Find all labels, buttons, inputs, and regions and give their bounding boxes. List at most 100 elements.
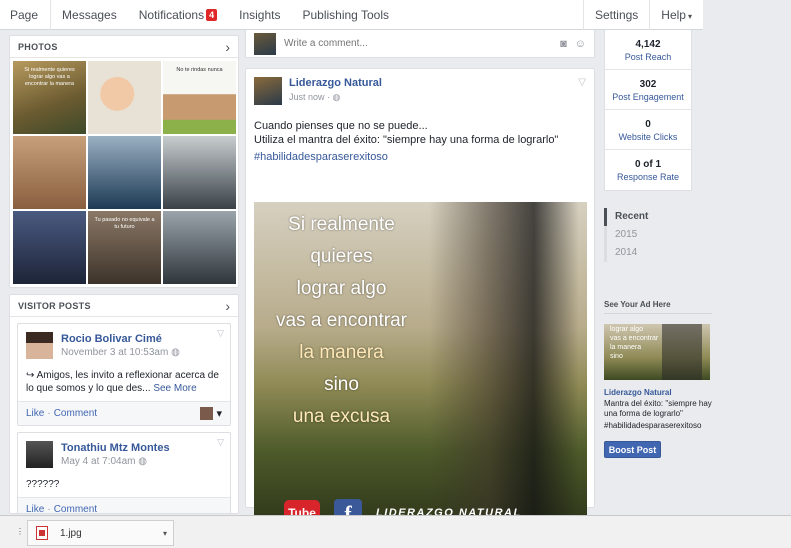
download-bar: ⋮ 1.jpg ▾ <box>0 515 791 548</box>
emoji-icon[interactable]: ☺ <box>575 38 586 50</box>
nav-help-label: Help <box>661 7 686 22</box>
visitor-posts-header[interactable]: VISITOR POSTS › <box>10 295 238 317</box>
divider <box>604 313 712 314</box>
photos-panel-title: PHOTOS <box>18 41 58 52</box>
visitor-post-author[interactable]: Tonathiu Mtz Montes <box>61 442 170 454</box>
photo-grid: Si realmente quieres lograr algo vas a e… <box>10 58 238 287</box>
visitor-post-time[interactable]: November 3 at 10:53am ◍ <box>61 347 180 358</box>
avatar[interactable] <box>26 332 53 359</box>
post-time-text: Just now <box>289 92 325 102</box>
nav-publishing-tools-tab[interactable]: Publishing Tools <box>291 0 400 30</box>
ad-preview: See Your Ad Here lograr algo vas a encon… <box>604 300 712 458</box>
stat-value: 0 of 1 <box>634 159 662 170</box>
timeline-item-2014[interactable]: 2014 <box>604 244 664 262</box>
globe-icon: ◍ <box>138 456 147 467</box>
avatar[interactable] <box>26 441 53 468</box>
post-options-caret-icon[interactable]: ▽ <box>578 77 586 88</box>
photos-panel-header[interactable]: PHOTOS › <box>10 36 238 58</box>
comment-link[interactable]: Comment <box>54 408 97 419</box>
nav-messages-tab[interactable]: Messages <box>51 0 128 30</box>
visitor-posts-title: VISITOR POSTS <box>18 300 91 311</box>
runner-figure <box>662 324 702 380</box>
nav-notifications-tab[interactable]: Notifications 4 <box>128 0 228 30</box>
nav-page-tab[interactable]: Page <box>0 0 52 30</box>
visitor-post-author[interactable]: Rocio Bolivar Cimé <box>61 333 180 345</box>
photo-thumbnail[interactable] <box>163 211 236 284</box>
ad-preview-image[interactable]: lograr algo vas a encontrar la manera si… <box>604 324 710 380</box>
download-file-name: 1.jpg <box>60 527 82 539</box>
stat-post-engagement[interactable]: 302 Post Engagement <box>605 70 691 110</box>
timeline-column: ◙ ☺ ▽ Liderazgo Natural Just now · ◍ Cua… <box>245 30 595 548</box>
photo-thumbnail[interactable]: Tu pasado no equivale a tu futuro <box>88 211 161 284</box>
avatar <box>200 407 214 421</box>
photo-thumbnail[interactable]: No te rindas nunca <box>163 61 236 134</box>
visitor-post-body: ?????? <box>26 479 60 490</box>
chevron-right-icon[interactable]: › <box>225 299 230 313</box>
nav-insights-tab[interactable]: Insights <box>228 0 291 30</box>
photo-thumbnail-caption: Si realmente quieres lograr algo vas a e… <box>24 67 75 87</box>
download-item[interactable]: 1.jpg ▾ <box>27 520 174 546</box>
timeline-item-recent[interactable]: Recent <box>604 208 664 226</box>
caret-down-icon[interactable]: ▾ <box>163 529 167 538</box>
globe-icon: ◍ <box>171 347 180 358</box>
left-column: PHOTOS › Si realmente quieres lograr alg… <box>9 35 239 514</box>
stat-response-rate[interactable]: 0 of 1 Response Rate <box>605 150 691 190</box>
post-text-line: Cuando pienses que no se puede... <box>254 120 428 132</box>
photo-thumbnail-caption: No te rindas nunca <box>176 67 223 73</box>
post-options-caret-icon[interactable]: ▽ <box>217 328 224 339</box>
download-bar-handle[interactable]: ⋮ <box>13 522 27 542</box>
timeline-year-nav: Recent 2015 2014 <box>604 208 664 262</box>
image-text-line: la manera <box>299 342 384 363</box>
image-text-line: quieres <box>310 246 373 267</box>
post-text-line: Utiliza el mantra del éxito: "siempre ha… <box>254 134 559 146</box>
like-link[interactable]: Like <box>26 504 44 513</box>
notifications-count-badge: 4 <box>206 8 218 21</box>
visitor-post-time-text: November 3 at 10:53am <box>61 347 169 358</box>
image-text-line: una excusa <box>292 406 391 427</box>
post-options-caret-icon[interactable]: ▽ <box>217 437 224 448</box>
visitor-post-actions: Like · Comment <box>18 497 230 514</box>
act-as-selector[interactable]: ▾ <box>200 407 222 421</box>
post-stats-panel: 4,142 Post Reach 302 Post Engagement 0 W… <box>604 30 692 191</box>
nav-help-menu[interactable]: Help ▾ <box>650 0 703 30</box>
like-link[interactable]: Like <box>26 408 44 419</box>
stat-label: Website Clicks <box>618 132 678 142</box>
photo-thumbnail[interactable] <box>13 136 86 209</box>
photo-thumbnail[interactable] <box>88 61 161 134</box>
boost-post-button[interactable]: Boost Post <box>604 441 661 458</box>
stat-website-clicks[interactable]: 0 Website Clicks <box>605 110 691 150</box>
avatar <box>254 32 276 55</box>
nav-settings-tab[interactable]: Settings <box>584 0 649 30</box>
post-author[interactable]: Liderazgo Natural <box>289 77 382 89</box>
stat-post-reach[interactable]: 4,142 Post Reach <box>605 30 691 70</box>
image-file-icon <box>36 526 48 540</box>
visitor-post-text: ↪ Amigos, les invito a reflexionar acerc… <box>26 369 222 395</box>
camera-icon[interactable]: ◙ <box>560 38 567 50</box>
photo-thumbnail[interactable] <box>163 136 236 209</box>
separator-dot: · <box>47 504 51 514</box>
visitor-posts-panel: VISITOR POSTS › ▽ Rocio Bolivar Cimé Nov… <box>9 294 239 514</box>
post-hashtag-link[interactable]: #habilidadesparaserexitoso <box>246 147 594 163</box>
nav-notifications-label: Notifications <box>138 7 205 22</box>
ad-preview-heading: See Your Ad Here <box>604 300 671 309</box>
photo-thumbnail[interactable] <box>88 136 161 209</box>
post-image[interactable]: Si realmente quieres lograr algo vas a e… <box>254 202 587 535</box>
image-text-line: vas a encontrar <box>276 310 407 331</box>
comment-link[interactable]: Comment <box>54 504 97 513</box>
see-more-link[interactable]: See More <box>153 383 196 394</box>
photo-thumbnail[interactable] <box>13 211 86 284</box>
visitor-post-time[interactable]: May 4 at 7:04am ◍ <box>61 456 170 467</box>
avatar[interactable] <box>254 77 282 105</box>
stat-value: 0 <box>645 119 651 130</box>
post-timestamp[interactable]: Just now · ◍ <box>289 92 382 103</box>
photo-thumbnail[interactable]: Si realmente quieres lograr algo vas a e… <box>13 61 86 134</box>
separator-dot: · <box>47 408 51 419</box>
visitor-post-card: ▽ Rocio Bolivar Cimé November 3 at 10:53… <box>17 323 231 426</box>
comment-input[interactable] <box>284 34 553 53</box>
chevron-right-icon[interactable]: › <box>225 40 230 54</box>
runner-figure <box>429 202 579 535</box>
stat-label: Post Engagement <box>612 92 684 102</box>
image-text-line: sino <box>324 374 359 395</box>
timeline-item-2015[interactable]: 2015 <box>604 226 664 244</box>
ad-page-name[interactable]: Liderazgo Natural <box>604 388 712 397</box>
